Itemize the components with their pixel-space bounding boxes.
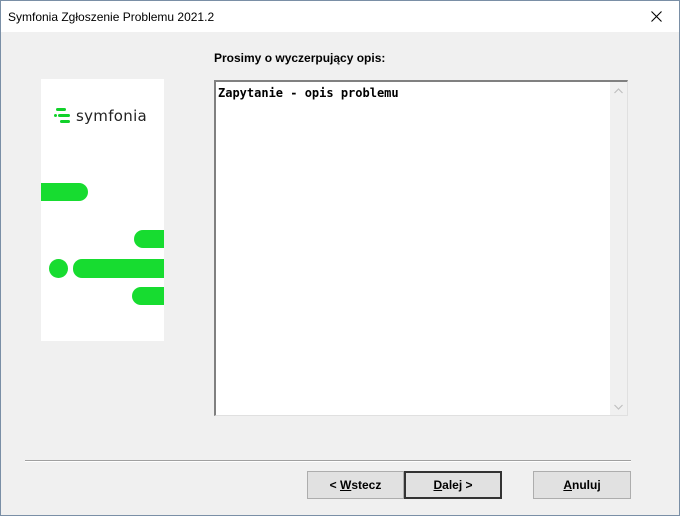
logo-text: symfonia (76, 107, 148, 125)
symfonia-logo-icon (54, 106, 70, 126)
decor-bar-2 (134, 230, 164, 248)
back-button[interactable]: < Wstecz (307, 471, 404, 499)
title-bar: Symfonia Zgłoszenie Problemu 2021.2 (1, 1, 679, 32)
cancel-button[interactable]: Anuluj (533, 471, 631, 499)
decor-bar-3 (73, 259, 164, 278)
chevron-down-icon (614, 404, 623, 410)
symfonia-logo: symfonia (54, 106, 147, 126)
dialog-window: Symfonia Zgłoszenie Problemu 2021.2 symf… (0, 0, 680, 516)
footer-separator (25, 460, 631, 462)
description-label: Prosimy o wyczerpujący opis: (214, 51, 386, 65)
description-textarea[interactable]: Zapytanie - opis problemu (214, 80, 628, 416)
window-title: Symfonia Zgłoszenie Problemu 2021.2 (8, 10, 215, 24)
brand-side-panel: symfonia (41, 79, 164, 341)
scroll-up-button[interactable] (610, 82, 627, 99)
next-button[interactable]: Dalej > (404, 471, 502, 499)
decor-dot (49, 259, 68, 278)
decor-bar-1 (41, 183, 88, 201)
vertical-scrollbar[interactable] (610, 82, 627, 415)
close-icon (650, 11, 662, 22)
back-button-label: < Wstecz (329, 478, 382, 492)
next-button-label: Dalej > (433, 478, 473, 492)
chevron-up-icon (614, 87, 623, 93)
description-text: Zapytanie - opis problemu (218, 86, 399, 100)
close-button[interactable] (633, 1, 679, 32)
decor-bar-4 (132, 287, 164, 305)
cancel-button-label: Anuluj (563, 478, 601, 492)
scroll-down-button[interactable] (610, 398, 627, 415)
